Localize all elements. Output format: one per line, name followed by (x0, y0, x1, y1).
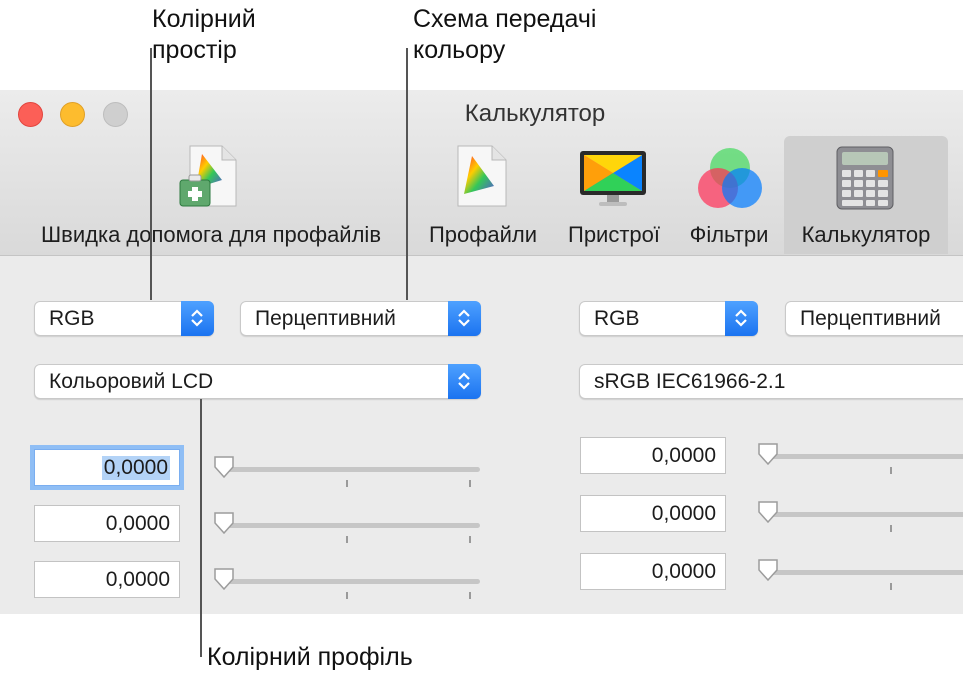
slider-thumb[interactable] (213, 567, 235, 591)
left-value-field-3[interactable]: 0,0000 (34, 561, 180, 598)
toolbar-item-profiles[interactable]: Профайли (416, 136, 550, 254)
right-color-space-popup[interactable]: RGB (579, 301, 758, 336)
screenshot: Колірний простір Схема передачі кольору … (0, 0, 963, 681)
right-value-field-3[interactable]: 0,0000 (580, 553, 726, 590)
leader-color-profile (200, 399, 202, 657)
right-profile-value: sRGB IEC61966-2.1 (594, 370, 786, 393)
toolbar-label-devices: Пристрої (568, 222, 660, 247)
toolbar-item-filters[interactable]: Фільтри (678, 136, 780, 254)
chevron-up-down-icon (725, 301, 758, 336)
left-rendering-intent-popup[interactable]: Перцептивний (240, 301, 481, 336)
right-value-field-1[interactable]: 0,0000 (580, 437, 726, 474)
left-profile-popup[interactable]: Кольоровий LCD (34, 364, 481, 399)
callout-color-profile: Колірний профіль (207, 643, 413, 671)
leader-color-space-overlay (150, 90, 152, 300)
calculator-window: Калькулятор Швидка допомога для профайлі… (0, 90, 963, 614)
toolbar-item-calculator[interactable]: Калькулятор (784, 136, 948, 254)
toolbar-label-profiles: Профайли (428, 222, 538, 247)
profiles-icon (454, 144, 510, 215)
left-rendering-intent-value: Перцептивний (255, 307, 396, 330)
right-color-space-value: RGB (594, 307, 640, 330)
toolbar-item-profile-first-aid[interactable]: Швидка допомога для профайлів (14, 136, 408, 254)
chevron-up-down-icon (448, 364, 481, 399)
toolbar-label-calculator: Калькулятор (801, 222, 931, 247)
right-rendering-intent-value: Перцептивний (800, 307, 941, 330)
callout-rendering-intent: Схема передачі кольору (413, 5, 597, 64)
left-value-field-2[interactable]: 0,0000 (34, 505, 180, 542)
left-slider-2[interactable] (213, 503, 480, 543)
toolbar: Калькулятор Швидка допомога для профайлі… (0, 90, 963, 256)
toolbar-item-devices[interactable]: Пристрої (555, 136, 673, 254)
left-color-space-popup[interactable]: RGB (34, 301, 214, 336)
right-rendering-intent-popup[interactable]: Перцептивний (785, 301, 963, 336)
left-profile-value: Кольоровий LCD (49, 370, 214, 393)
left-value-3: 0,0000 (105, 568, 170, 591)
slider-thumb[interactable] (757, 500, 779, 524)
left-color-space-value: RGB (49, 307, 95, 330)
right-slider-3[interactable] (757, 550, 963, 590)
window-title: Калькулятор (464, 100, 606, 127)
right-value-1: 0,0000 (651, 444, 716, 467)
right-value-3: 0,0000 (651, 560, 716, 583)
right-slider-2[interactable] (757, 492, 963, 532)
slider-thumb[interactable] (757, 442, 779, 466)
slider-thumb[interactable] (213, 511, 235, 535)
toolbar-label-filters: Фільтри (689, 222, 769, 247)
right-slider-1[interactable] (757, 434, 963, 474)
filters-icon (696, 146, 764, 217)
chevron-up-down-icon (448, 301, 481, 336)
left-value-field-1[interactable]: 0,0000 (34, 449, 180, 486)
slider-thumb[interactable] (757, 558, 779, 582)
left-value-2: 0,0000 (105, 512, 170, 535)
chevron-up-down-icon (181, 301, 214, 336)
left-slider-3[interactable] (213, 559, 480, 599)
toolbar-label-profile-first-aid: Швидка допомога для профайлів (40, 222, 382, 247)
leader-rendering-intent-overlay (406, 90, 408, 300)
callout-color-space: Колірний простір (152, 5, 256, 64)
calculator-icon (836, 146, 894, 215)
left-slider-1[interactable] (213, 447, 480, 487)
right-value-field-2[interactable]: 0,0000 (580, 495, 726, 532)
right-profile-popup[interactable]: sRGB IEC61966-2.1 (579, 364, 963, 399)
devices-icon (579, 150, 647, 213)
slider-thumb[interactable] (213, 455, 235, 479)
right-value-2: 0,0000 (651, 502, 716, 525)
profile-first-aid-icon (178, 144, 240, 215)
left-value-1: 0,0000 (101, 456, 170, 480)
